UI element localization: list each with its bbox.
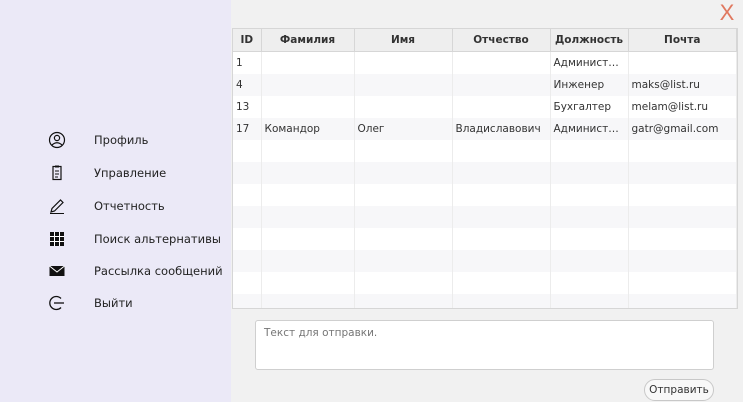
clipboard-icon (46, 162, 68, 184)
message-input[interactable] (255, 320, 714, 370)
table-row[interactable]: 17 Командор Олег Владиславович Администр… (233, 118, 737, 140)
cell-position: Администра... (550, 118, 629, 140)
column-header-id[interactable]: ID (233, 29, 262, 52)
table-row[interactable]: 13 Бухгалтер melam@list.ru (233, 96, 737, 118)
cell-id: 17 (233, 118, 262, 140)
cell-patronymic: Владиславович (452, 118, 551, 140)
grid-icon (46, 228, 68, 250)
user-circle-icon (46, 129, 68, 151)
send-button[interactable]: Отправить (644, 379, 714, 401)
sidebar-item-label: Выйти (94, 296, 133, 310)
cell-id: 4 (233, 74, 262, 96)
sidebar-item-logout[interactable]: Выйти (46, 290, 133, 316)
cell-position: Инженер (550, 74, 629, 96)
cell-surname (261, 96, 355, 118)
cell-name (354, 51, 453, 74)
cell-patronymic (452, 74, 551, 96)
column-header-position[interactable]: Должность (550, 29, 629, 52)
empty-row (233, 250, 737, 272)
empty-row (233, 228, 737, 250)
sidebar-item-mailing[interactable]: Рассылка сообщений (46, 258, 223, 284)
cell-surname (261, 51, 355, 74)
cell-surname (261, 74, 355, 96)
cell-name (354, 74, 453, 96)
cell-id: 1 (233, 51, 262, 74)
column-header-name[interactable]: Имя (354, 29, 453, 52)
column-header-patronymic[interactable]: Отчество (452, 29, 551, 52)
table-row[interactable]: 4 Инженер maks@list.ru (233, 74, 737, 96)
sidebar-item-label: Отчетность (94, 199, 165, 213)
column-header-email[interactable]: Почта (628, 29, 737, 52)
cell-email: melam@list.ru (628, 96, 737, 118)
cell-surname: Командор (261, 118, 355, 140)
cell-name: Олег (354, 118, 453, 140)
cell-email (628, 51, 737, 74)
table-row[interactable]: 1 Администра... (233, 51, 737, 74)
cell-patronymic (452, 96, 551, 118)
logout-icon (46, 292, 68, 314)
employees-table: ID Фамилия Имя Отчество Должность Почта … (232, 28, 738, 309)
empty-row (233, 272, 737, 294)
close-button[interactable]: X (717, 0, 737, 26)
sidebar-item-profile[interactable]: Профиль (46, 127, 148, 153)
pencil-icon (46, 195, 68, 217)
sidebar-item-label: Профиль (94, 133, 149, 147)
sidebar-item-label: Поиск альтернативы (94, 232, 221, 246)
cell-email: gatr@gmail.com (628, 118, 737, 140)
sidebar-item-management[interactable]: Управление (46, 160, 166, 186)
empty-row (233, 140, 737, 162)
table-header-row: ID Фамилия Имя Отчество Должность Почта (233, 29, 737, 52)
cell-position: Бухгалтер (550, 96, 629, 118)
empty-row (233, 294, 737, 308)
empty-row (233, 184, 737, 206)
cell-name (354, 96, 453, 118)
sidebar-item-label: Управление (94, 166, 167, 180)
cell-position: Администра... (550, 51, 629, 74)
cell-email: maks@list.ru (628, 74, 737, 96)
sidebar-item-alternatives[interactable]: Поиск альтернативы (46, 226, 221, 252)
cell-patronymic (452, 51, 551, 74)
cell-id: 13 (233, 96, 262, 118)
envelope-icon (46, 260, 68, 282)
sidebar-item-label: Рассылка сообщений (94, 264, 223, 278)
sidebar: Профиль Управление Отчетность Поиск альт… (0, 0, 231, 402)
column-header-surname[interactable]: Фамилия (261, 29, 355, 52)
sidebar-item-reports[interactable]: Отчетность (46, 193, 165, 219)
empty-row (233, 206, 737, 228)
empty-row (233, 162, 737, 184)
